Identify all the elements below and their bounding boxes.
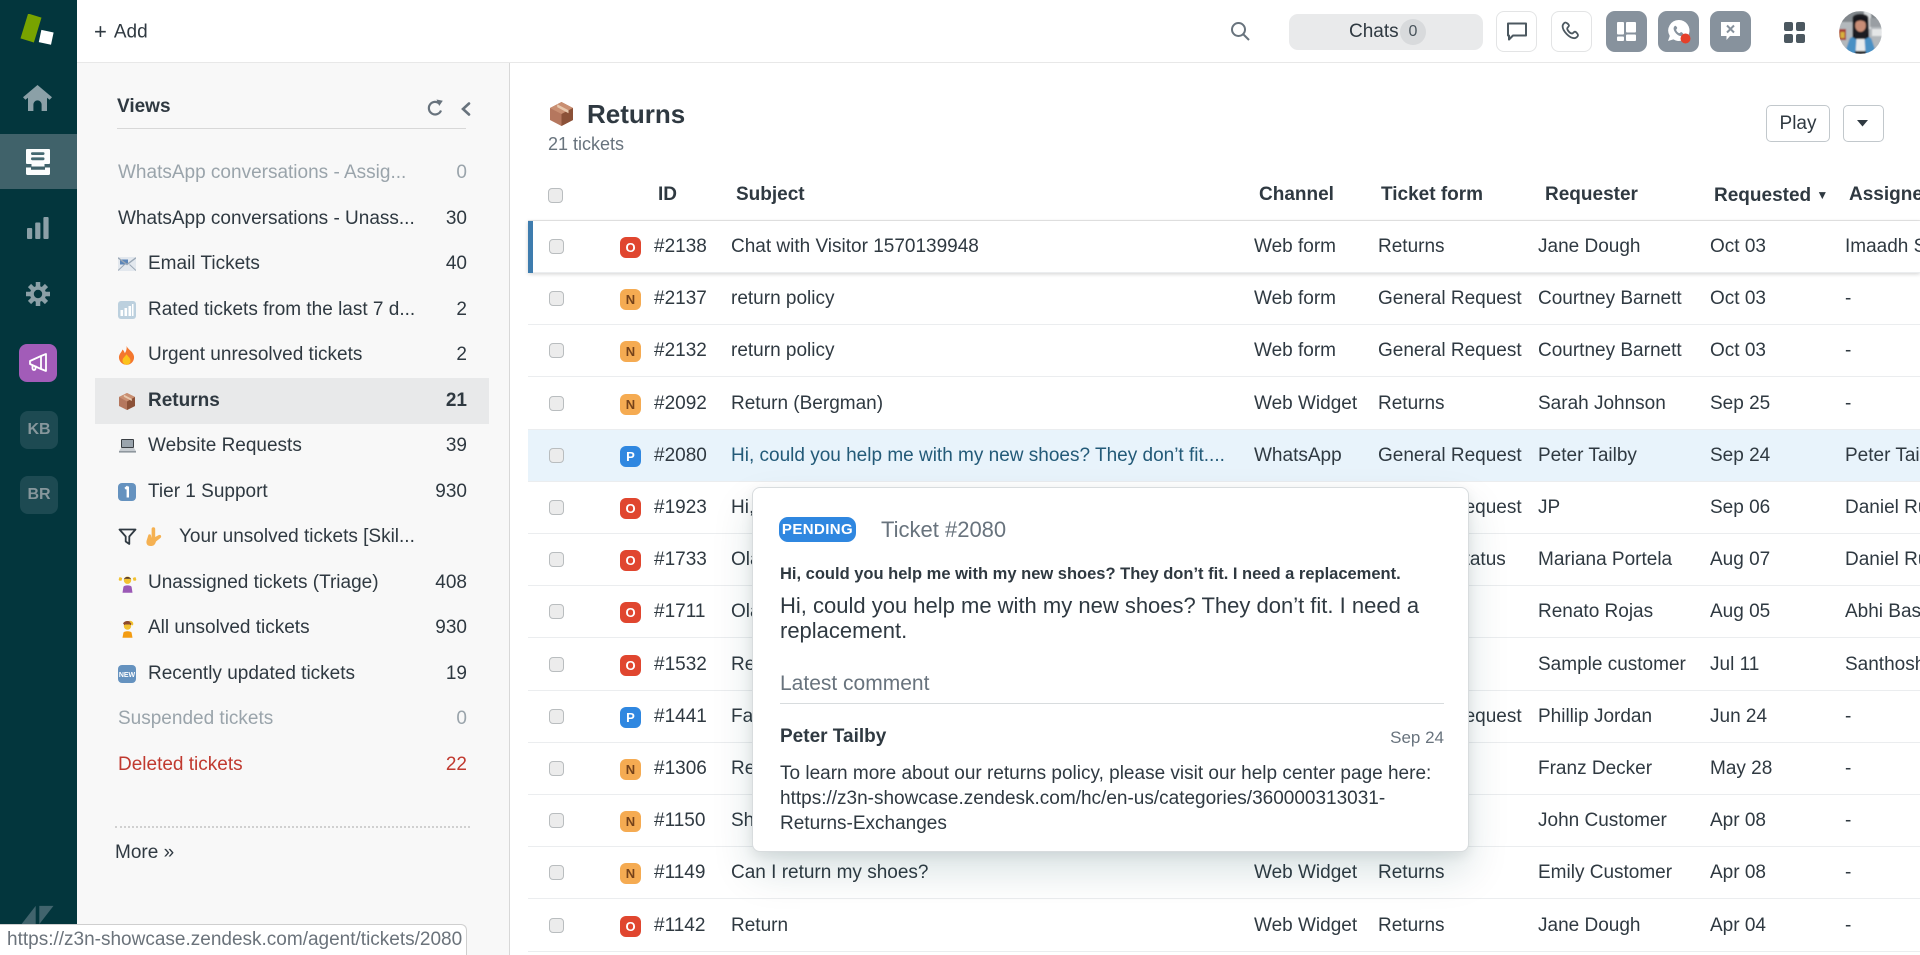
svg-text:NEW: NEW xyxy=(119,671,136,678)
